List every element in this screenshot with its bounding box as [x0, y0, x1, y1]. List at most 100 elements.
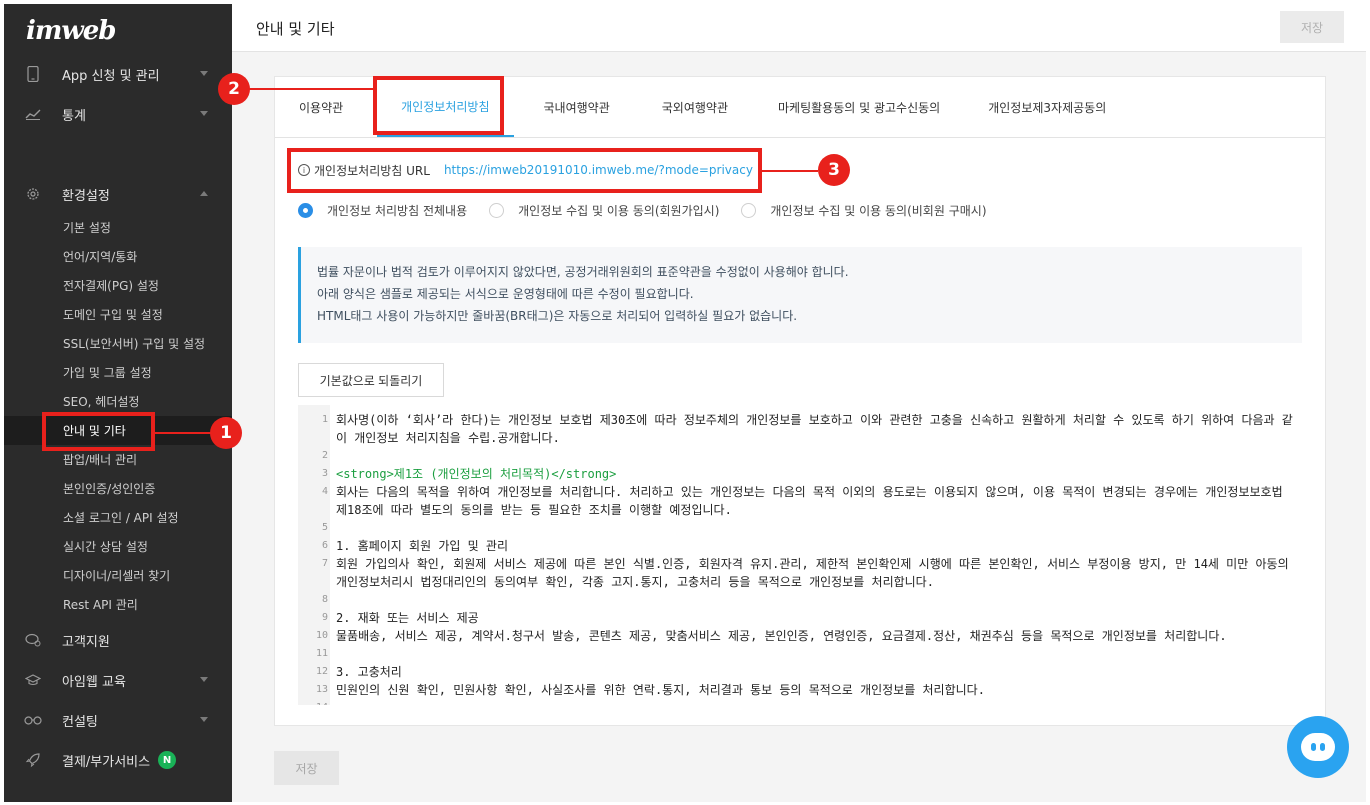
notice-line: 법률 자문이나 법적 검토가 이루어지지 않았다면, 공정거래위원회의 표준약관…: [317, 265, 849, 279]
radio-checked-icon[interactable]: [298, 202, 313, 218]
line-number: 12: [315, 666, 328, 677]
line-number: 4: [321, 486, 328, 497]
line-number: 13: [315, 684, 328, 695]
submenu-item-live-chat[interactable]: 실시간 상담 설정: [4, 532, 232, 561]
sidebar-item-support[interactable]: 고객지원: [4, 620, 232, 660]
sidebar-item-app[interactable]: App 신청 및 관리: [4, 54, 232, 94]
sidebar-item-label: 결제/부가서비스: [62, 754, 151, 770]
line-number: 11: [315, 648, 328, 659]
line-number: 6: [321, 540, 328, 551]
tab-third-party-consent[interactable]: 개인정보제3자제공동의: [964, 77, 1130, 137]
code-line[interactable]: 6 1. 홈페이지 회원 가입 및 관리: [298, 537, 1302, 555]
gear-icon: [24, 185, 42, 203]
submenu-item-pg[interactable]: 전자결제(PG) 설정: [4, 271, 232, 300]
code-line[interactable]: 13 민원인의 신원 확인, 민원사항 확인, 사실조사를 위한 연락.통지, 처…: [298, 681, 1302, 699]
callout-connector: [762, 170, 818, 172]
radio-unchecked-icon[interactable]: [489, 202, 505, 218]
radio-label: 개인정보 처리방침 전체내용: [327, 203, 468, 218]
mobile-icon: [24, 65, 42, 83]
line-number: 10: [315, 630, 328, 641]
highlight-box-guide-menu: [42, 412, 155, 451]
sidebar: imweb App 신청 및 관리 통계 환경설정 기본 설정 언어/지역/통화…: [4, 4, 232, 802]
tab-terms-of-use[interactable]: 이용약관: [275, 77, 367, 137]
line-number: 14: [298, 699, 328, 705]
code-line[interactable]: 8: [298, 591, 1302, 609]
imweb-logo[interactable]: imweb: [26, 16, 116, 46]
code-line[interactable]: 11: [298, 645, 1302, 663]
submenu-item-rest-api[interactable]: Rest API 관리: [4, 590, 232, 619]
sidebar-bottom-menu: 고객지원 아임웹 교육 컨설팅 결제/부가서비스 N: [4, 620, 232, 780]
submenu-item-domain[interactable]: 도메인 구입 및 설정: [4, 300, 232, 329]
code-line[interactable]: 10 물품배송, 서비스 제공, 계약서.청구서 발송, 콘텐츠 제공, 맞춤서비…: [298, 627, 1302, 645]
submenu-item-verification[interactable]: 본인인증/성인인증: [4, 474, 232, 503]
tab-overseas-travel[interactable]: 국외여행약관: [638, 77, 752, 137]
code-line[interactable]: 4 회사는 다음의 목적을 위하여 개인정보를 처리합니다. 처리하고 있는 개인…: [298, 483, 1302, 519]
sidebar-item-billing[interactable]: 결제/부가서비스 N: [4, 740, 232, 780]
code-text: 민원인의 신원 확인, 민원사항 확인, 사실조사를 위한 연락.통지, 처리결…: [336, 683, 985, 697]
radio-guest-purchase[interactable]: 개인정보 수집 및 이용 동의(비회원 구매시): [741, 202, 987, 219]
line-number: 1: [321, 414, 328, 425]
line-number: 7: [321, 558, 328, 569]
code-line[interactable]: 1 회사명(이하 ‘회사’라 한다)는 개인정보 보호법 제30조에 따라 정보주…: [298, 411, 1302, 447]
sidebar-item-label: App 신청 및 관리: [62, 68, 160, 84]
chevron-up-icon: [200, 191, 208, 196]
policy-code-editor[interactable]: 1 회사명(이하 ‘회사’라 한다)는 개인정보 보호법 제30조에 따라 정보주…: [298, 405, 1302, 705]
submenu-item-ssl[interactable]: SSL(보안서버) 구입 및 설정: [4, 329, 232, 358]
chart-icon: [24, 105, 42, 123]
code-line[interactable]: 12 3. 고충처리: [298, 663, 1302, 681]
reset-default-button[interactable]: 기본값으로 되돌리기: [298, 363, 444, 397]
sidebar-top-menu: App 신청 및 관리 통계: [4, 54, 232, 134]
tab-marketing-consent[interactable]: 마케팅활용동의 및 광고수신동의: [754, 77, 964, 137]
chevron-down-icon: [200, 717, 208, 722]
chat-bubble-icon: [1301, 733, 1335, 761]
line-number: 8: [321, 594, 328, 605]
notice-box: 법률 자문이나 법적 검토가 이루어지지 않았다면, 공정거래위원회의 표준약관…: [298, 247, 1302, 343]
sidebar-item-stats[interactable]: 통계: [4, 94, 232, 134]
chevron-down-icon: [200, 71, 208, 76]
callout-badge-2: 2: [218, 73, 250, 105]
radio-unchecked-icon[interactable]: [741, 202, 757, 218]
code-text: 2. 재화 또는 서비스 제공: [336, 611, 479, 625]
code-line[interactable]: 3 <strong>제1조 (개인정보의 처리목적)</strong>: [298, 465, 1302, 483]
code-line[interactable]: 2: [298, 447, 1302, 465]
sidebar-item-label: 아임웹 교육: [62, 674, 126, 690]
submenu-item-signup-group[interactable]: 가입 및 그룹 설정: [4, 358, 232, 387]
page-header: 안내 및 기타 저장: [232, 4, 1366, 52]
submenu-item-designer[interactable]: 디자이너/리셀러 찾기: [4, 561, 232, 590]
sidebar-item-label: 컨설팅: [62, 714, 98, 730]
code-line[interactable]: 5: [298, 519, 1302, 537]
sidebar-item-education[interactable]: 아임웹 교육: [4, 660, 232, 700]
callout-connector: [155, 432, 211, 434]
submenu-item-basic[interactable]: 기본 설정: [4, 213, 232, 242]
code-text: 회원 가입의사 확인, 회원제 서비스 제공에 따른 본인 식별.인증, 회원자…: [336, 557, 1289, 589]
glasses-icon: [24, 711, 42, 729]
radio-full-policy[interactable]: 개인정보 처리방침 전체내용: [298, 202, 467, 219]
code-text: 물품배송, 서비스 제공, 계약서.청구서 발송, 콘텐츠 제공, 맞춤서비스 …: [336, 629, 1227, 643]
sidebar-item-label: 환경설정: [62, 188, 110, 204]
code-line[interactable]: 7 회원 가입의사 확인, 회원제 서비스 제공에 따른 본인 식별.인증, 회원…: [298, 555, 1302, 591]
submenu-item-social-login[interactable]: 소셜 로그인 / API 설정: [4, 503, 232, 532]
line-number: 2: [321, 450, 328, 461]
submenu-item-language[interactable]: 언어/지역/통화: [4, 242, 232, 271]
line-number: 3: [321, 468, 328, 479]
sidebar-item-label: 고객지원: [62, 634, 110, 650]
sidebar-item-consulting[interactable]: 컨설팅: [4, 700, 232, 740]
header-save-button[interactable]: 저장: [1280, 11, 1344, 43]
callout-badge-1: 1: [210, 417, 242, 449]
sidebar-item-settings[interactable]: 환경설정: [4, 174, 232, 214]
highlight-box-privacy-url: [287, 148, 762, 193]
code-line[interactable]: 9 2. 재화 또는 서비스 제공: [298, 609, 1302, 627]
tab-domestic-travel[interactable]: 국내여행약관: [520, 77, 634, 137]
code-text: 회사명(이하 ‘회사’라 한다)는 개인정보 보호법 제30조에 따라 정보주체…: [336, 413, 1293, 445]
footer-save-button[interactable]: 저장: [274, 751, 339, 785]
radio-member-signup[interactable]: 개인정보 수집 및 이용 동의(회원가입시): [489, 202, 719, 219]
radio-label: 개인정보 수집 및 이용 동의(회원가입시): [518, 203, 720, 218]
chat-icon: [24, 631, 42, 649]
live-chat-button[interactable]: [1287, 716, 1349, 778]
code-line[interactable]: 14: [298, 699, 1302, 705]
policy-scope-radios: 개인정보 처리방침 전체내용 개인정보 수집 및 이용 동의(회원가입시) 개인…: [298, 200, 1009, 220]
